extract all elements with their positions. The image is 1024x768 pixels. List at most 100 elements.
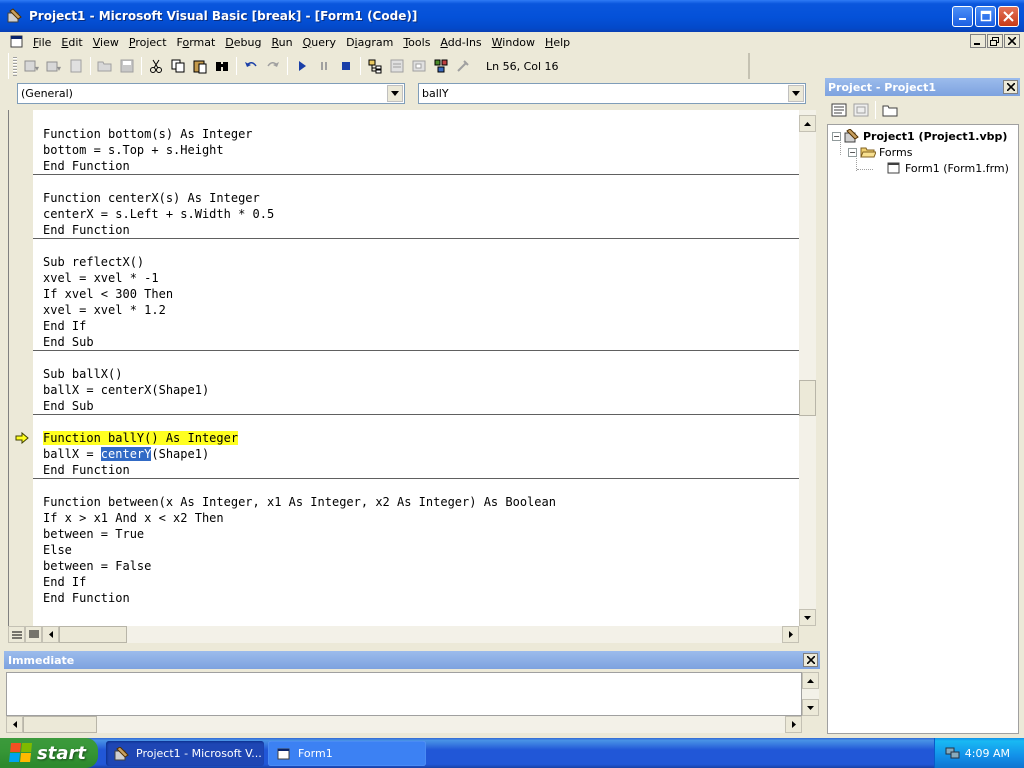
code-line[interactable]: Function centerX(s) As Integer [43, 190, 556, 206]
code-line[interactable]: End Sub [43, 334, 556, 350]
scroll-thumb[interactable] [59, 626, 127, 643]
code-line[interactable]: bottom = s.Top + s.Height [43, 142, 556, 158]
code-line[interactable]: Function bottom(s) As Integer [43, 126, 556, 142]
code-line[interactable]: ballX = centerX(Shape1) [43, 382, 556, 398]
project-explorer-title-bar[interactable]: Project - Project1 [825, 78, 1020, 96]
chevron-down-icon[interactable] [387, 85, 403, 102]
code-line[interactable]: If xvel < 300 Then [43, 286, 556, 302]
code-line[interactable]: Function ballY() As Integer [43, 430, 556, 446]
menu-item-project[interactable]: Project [124, 36, 172, 49]
menu-item-view[interactable]: View [88, 36, 124, 49]
code-lines[interactable]: Function bottom(s) As Integer bottom = s.… [43, 126, 556, 606]
paste-icon[interactable] [189, 55, 211, 77]
child-close-button[interactable] [1004, 34, 1020, 48]
child-minimize-button[interactable] [970, 34, 986, 48]
immediate-close-icon[interactable] [803, 653, 818, 667]
scroll-up-button[interactable] [799, 115, 816, 132]
immediate-title-bar[interactable]: Immediate [4, 651, 820, 669]
code-line[interactable]: End If [43, 318, 556, 334]
code-line[interactable]: End Function [43, 590, 556, 606]
code-horizontal-scrollbar[interactable] [42, 626, 799, 643]
add-project-icon[interactable]: ▾ [21, 55, 43, 77]
scroll-left-button[interactable] [6, 716, 23, 733]
code-line[interactable] [43, 238, 556, 254]
code-line[interactable]: If x > x1 And x < x2 Then [43, 510, 556, 526]
menu-item-query[interactable]: Query [298, 36, 341, 49]
close-button[interactable] [998, 5, 1019, 27]
immediate-vertical-scrollbar[interactable] [802, 672, 819, 716]
menu-item-window[interactable]: Window [487, 36, 540, 49]
tree-item-form1[interactable]: Form1 (Form1.frm) [886, 160, 1009, 176]
scroll-thumb[interactable] [799, 380, 816, 416]
code-line[interactable]: Else [43, 542, 556, 558]
code-vertical-scrollbar[interactable] [799, 110, 816, 626]
project-tree[interactable]: − Project1 (Project1.vbp) − Forms Form1 … [827, 124, 1019, 734]
code-line[interactable] [43, 174, 556, 190]
child-restore-button[interactable] [987, 34, 1003, 48]
redo-icon[interactable] [262, 55, 284, 77]
add-form-icon[interactable]: ▾ [43, 55, 65, 77]
menu-item-run[interactable]: Run [267, 36, 298, 49]
scroll-right-button[interactable] [782, 626, 799, 643]
object-browser-icon[interactable] [430, 55, 452, 77]
code-line[interactable]: Sub ballX() [43, 366, 556, 382]
margin-indicator-bar[interactable] [9, 110, 33, 626]
toolbar-grip[interactable] [13, 56, 17, 76]
scroll-left-button[interactable] [42, 626, 59, 643]
undo-icon[interactable] [240, 55, 262, 77]
project-explorer-close-icon[interactable] [1003, 80, 1018, 94]
tree-item-project1[interactable]: − Project1 (Project1.vbp) [832, 128, 1007, 144]
vb-app-icon[interactable] [7, 8, 23, 24]
minimize-button[interactable] [952, 5, 973, 27]
open-folder-icon[interactable] [94, 55, 116, 77]
code-line[interactable]: End If [43, 574, 556, 590]
menu-item-format[interactable]: Format [172, 36, 221, 49]
code-line[interactable] [43, 350, 556, 366]
scroll-down-button[interactable] [802, 699, 819, 716]
code-line[interactable]: ballX = centerY(Shape1) [43, 446, 556, 462]
code-line[interactable]: xvel = xvel * -1 [43, 270, 556, 286]
code-line[interactable] [43, 478, 556, 494]
network-icon[interactable] [945, 746, 961, 760]
title-bar[interactable]: Project1 - Microsoft Visual Basic [break… [0, 0, 1024, 32]
menu-item-file[interactable]: File [28, 36, 56, 49]
menu-item-edit[interactable]: Edit [56, 36, 87, 49]
copy-icon[interactable] [167, 55, 189, 77]
code-line[interactable]: between = False [43, 558, 556, 574]
menu-item-help[interactable]: Help [540, 36, 575, 49]
break-icon[interactable] [313, 55, 335, 77]
start-button[interactable]: start [0, 738, 98, 768]
menu-item-debug[interactable]: Debug [220, 36, 266, 49]
properties-window-icon[interactable] [386, 55, 408, 77]
procedure-combo[interactable]: ballY [418, 83, 806, 104]
code-line[interactable]: End Sub [43, 398, 556, 414]
save-icon[interactable] [116, 55, 138, 77]
continue-icon[interactable] [291, 55, 313, 77]
scroll-down-button[interactable] [799, 609, 816, 626]
code-editor[interactable]: Function bottom(s) As Integer bottom = s.… [8, 110, 800, 626]
menu-editor-icon[interactable] [65, 55, 87, 77]
toolbox-icon[interactable] [452, 55, 474, 77]
code-line[interactable]: xvel = xvel * 1.2 [43, 302, 556, 318]
toggle-folders-icon[interactable] [879, 99, 901, 121]
scroll-right-button[interactable] [785, 716, 802, 733]
code-line[interactable]: Sub reflectX() [43, 254, 556, 270]
scroll-up-button[interactable] [802, 672, 819, 689]
menu-item-diagram[interactable]: Diagram [341, 36, 398, 49]
code-line[interactable]: End Function [43, 462, 556, 478]
code-line[interactable]: Function between(x As Integer, x1 As Int… [43, 494, 556, 510]
find-icon[interactable] [211, 55, 233, 77]
maximize-button[interactable] [975, 5, 996, 27]
collapse-icon[interactable]: − [848, 147, 857, 157]
cut-icon[interactable] [145, 55, 167, 77]
code-window-icon[interactable] [10, 35, 24, 49]
project-explorer-icon[interactable] [364, 55, 386, 77]
code-line[interactable]: centerX = s.Left + s.Width * 0.5 [43, 206, 556, 222]
full-module-view-button[interactable] [25, 626, 42, 643]
view-object-icon[interactable] [850, 99, 872, 121]
immediate-input[interactable] [6, 672, 802, 716]
code-line[interactable] [43, 414, 556, 430]
code-line[interactable]: between = True [43, 526, 556, 542]
menu-item-add-ins[interactable]: Add-Ins [435, 36, 486, 49]
tree-item-forms[interactable]: − Forms [848, 144, 912, 160]
